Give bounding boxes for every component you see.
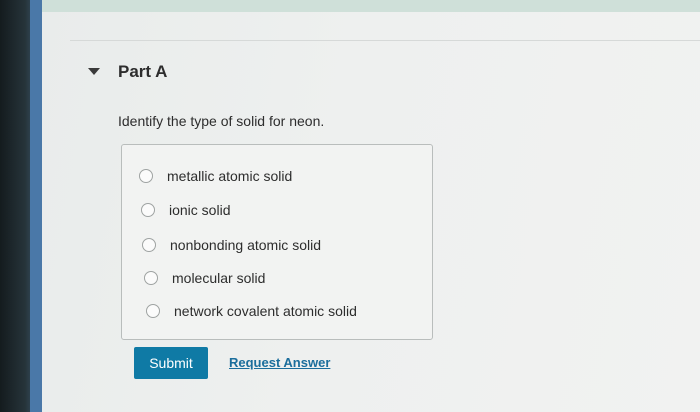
section-divider xyxy=(70,40,700,41)
part-title[interactable]: Part A xyxy=(118,62,167,82)
option-label: molecular solid xyxy=(172,270,266,286)
radio-button[interactable] xyxy=(141,203,155,217)
option-molecular-solid[interactable]: molecular solid xyxy=(144,268,265,288)
caret-down-icon[interactable] xyxy=(88,68,100,75)
request-answer-link[interactable]: Request Answer xyxy=(229,355,330,370)
option-label: metallic atomic solid xyxy=(167,168,293,184)
option-label: network covalent atomic solid xyxy=(174,303,357,319)
option-network-covalent-atomic-solid[interactable]: network covalent atomic solid xyxy=(146,301,357,321)
option-metallic-atomic-solid[interactable]: metallic atomic solid xyxy=(139,166,292,186)
option-nonbonding-atomic-solid[interactable]: nonbonding atomic solid xyxy=(142,235,321,255)
option-ionic-solid[interactable]: ionic solid xyxy=(141,200,230,220)
radio-button[interactable] xyxy=(142,238,156,252)
option-label: ionic solid xyxy=(169,202,231,218)
question-text: Identify the type of solid for neon. xyxy=(118,113,325,129)
submit-button[interactable]: Submit xyxy=(134,347,208,379)
radio-button[interactable] xyxy=(139,169,153,183)
radio-button[interactable] xyxy=(144,271,158,285)
top-band xyxy=(42,0,700,12)
option-label: nonbonding atomic solid xyxy=(170,237,321,253)
radio-button[interactable] xyxy=(146,304,160,318)
